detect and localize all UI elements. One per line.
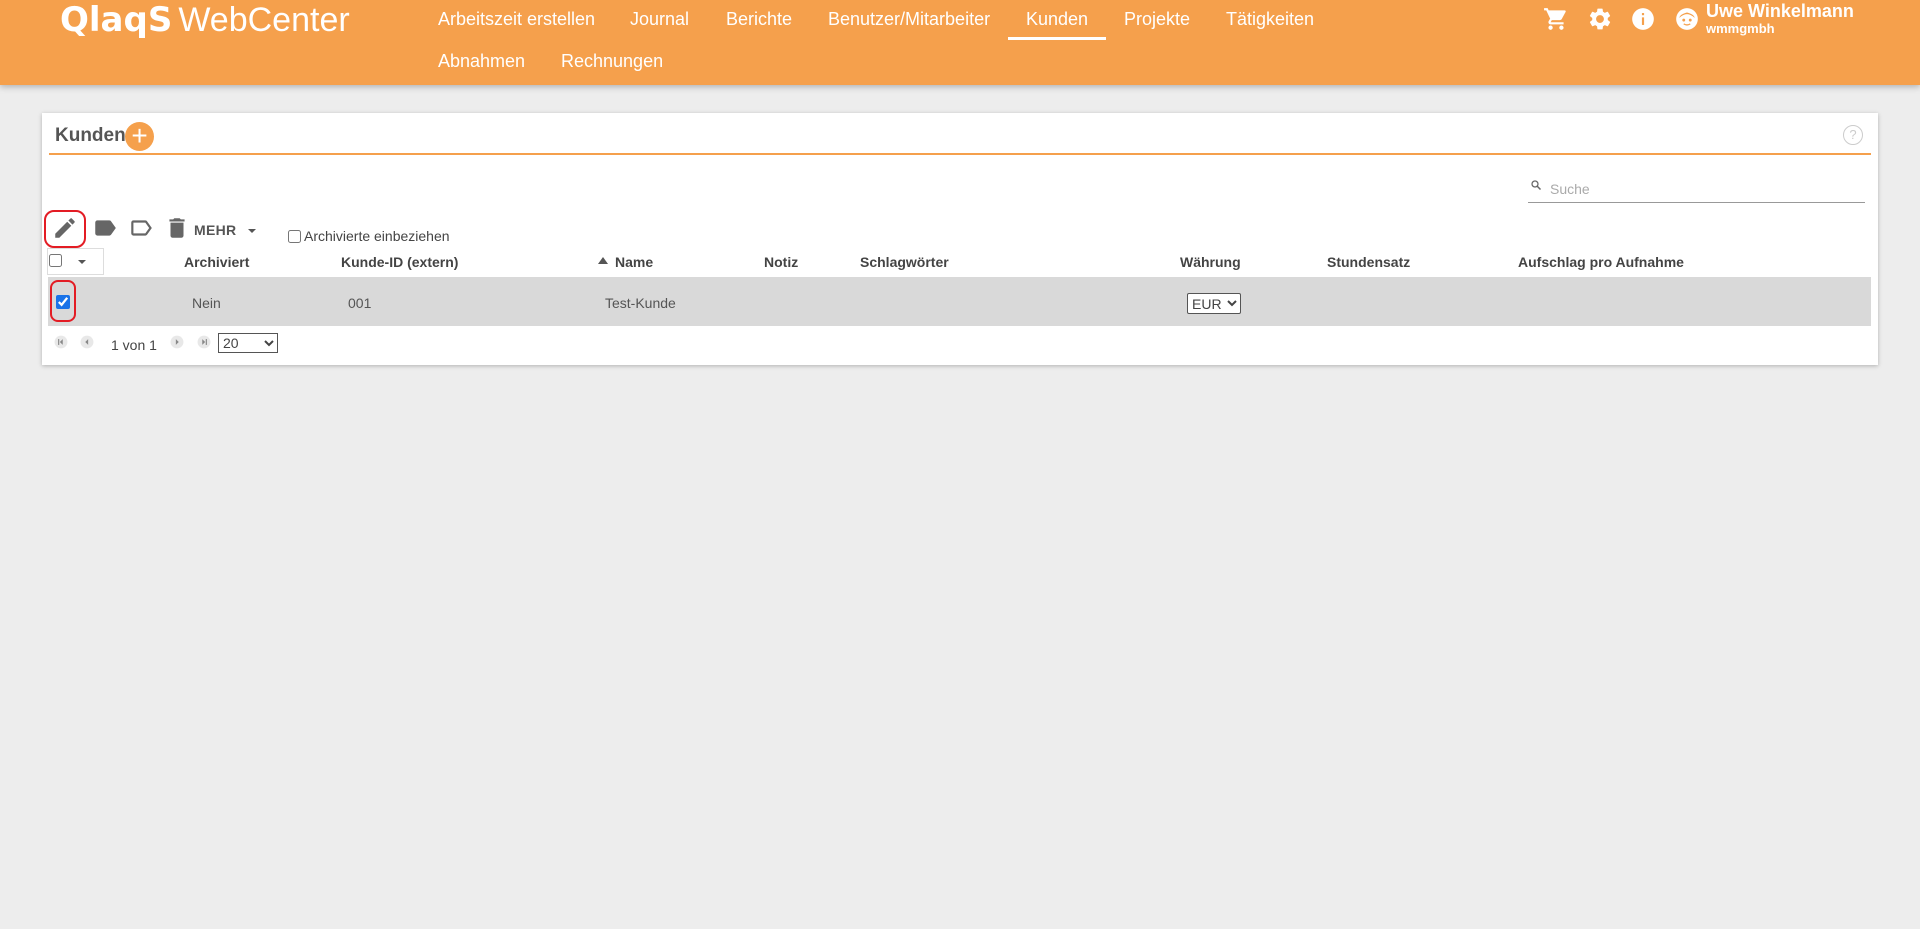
page-indicator: 1 von 1 — [111, 337, 157, 353]
sort-ascending-icon — [598, 257, 608, 264]
nav-item-arbeitszeit-erstellen[interactable]: Arbeitszeit erstellen — [420, 0, 613, 40]
customers-panel: Kunden + ? MEHR Archivierte einbeziehen … — [42, 113, 1878, 365]
last-page-icon[interactable] — [197, 335, 211, 349]
table-row[interactable] — [48, 277, 1871, 326]
column-header-waehrung[interactable]: Währung — [1180, 254, 1241, 270]
previous-page-icon[interactable] — [80, 335, 94, 349]
nav-item-berichte[interactable]: Berichte — [708, 0, 810, 40]
logo-suffix: WebCenter — [178, 1, 350, 39]
first-page-icon[interactable] — [54, 335, 68, 349]
user-name[interactable]: Uwe Winkelmann — [1706, 1, 1854, 22]
nav-item-kunden[interactable]: Kunden — [1008, 0, 1107, 40]
next-page-icon[interactable] — [170, 335, 184, 349]
search-field[interactable] — [1528, 175, 1865, 203]
cell-customer-id: 001 — [348, 295, 372, 311]
column-header-kunde-id[interactable]: Kunde-ID (extern) — [341, 254, 458, 270]
cart-icon[interactable] — [1543, 6, 1569, 32]
gear-icon[interactable] — [1587, 6, 1613, 32]
edit-icon[interactable] — [52, 215, 78, 241]
page-size-select[interactable]: 20 — [218, 333, 278, 353]
include-archived-label: Archivierte einbeziehen — [304, 228, 450, 244]
nav-item-abnahmen[interactable]: Abnahmen — [420, 42, 543, 82]
more-menu-button[interactable]: MEHR — [194, 222, 236, 238]
tag-icon[interactable] — [92, 215, 118, 241]
column-header-name[interactable]: Name — [615, 254, 653, 270]
select-all-checkbox[interactable] — [49, 254, 62, 267]
logo-brand: QlaqS — [60, 0, 173, 40]
nav-item-rechnungen[interactable]: Rechnungen — [543, 42, 681, 82]
currency-select[interactable]: EUR — [1187, 293, 1241, 314]
panel-divider — [49, 153, 1871, 155]
search-icon — [1531, 180, 1542, 191]
include-archived-toggle[interactable]: Archivierte einbeziehen — [288, 228, 450, 244]
include-archived-checkbox[interactable] — [288, 229, 301, 243]
search-input[interactable] — [1550, 181, 1850, 197]
chevron-down-icon[interactable] — [248, 229, 256, 233]
nav-item-taetigkeiten[interactable]: Tätigkeiten — [1208, 0, 1332, 40]
cell-name: Test-Kunde — [605, 295, 676, 311]
column-header-schlagwoerter[interactable]: Schlagwörter — [860, 254, 949, 270]
cell-archived: Nein — [192, 295, 221, 311]
column-header-notiz[interactable]: Notiz — [764, 254, 798, 270]
column-header-archiviert[interactable]: Archiviert — [184, 254, 249, 270]
row-select-checkbox[interactable] — [56, 295, 70, 309]
tag-outline-icon[interactable] — [128, 215, 154, 241]
user-avatar-icon[interactable] — [1674, 6, 1700, 32]
trash-icon[interactable] — [164, 215, 190, 241]
column-header-stundensatz[interactable]: Stundensatz — [1327, 254, 1410, 270]
nav-item-projekte[interactable]: Projekte — [1106, 0, 1208, 40]
app-logo[interactable]: QlaqS WebCenter — [60, 0, 350, 40]
nav-item-benutzer-mitarbeiter[interactable]: Benutzer/Mitarbeiter — [810, 0, 1008, 40]
select-menu-chevron-icon[interactable] — [78, 260, 86, 264]
user-organization: wmmgmbh — [1706, 21, 1775, 36]
top-header: QlaqS WebCenter Arbeitszeit erstellen Jo… — [0, 0, 1920, 85]
nav-item-journal[interactable]: Journal — [612, 0, 707, 40]
column-header-aufschlag[interactable]: Aufschlag pro Aufnahme — [1518, 254, 1684, 270]
panel-title: Kunden — [55, 125, 126, 146]
info-icon[interactable] — [1630, 6, 1656, 32]
add-customer-button[interactable]: + — [125, 122, 154, 151]
help-icon[interactable]: ? — [1843, 125, 1863, 145]
